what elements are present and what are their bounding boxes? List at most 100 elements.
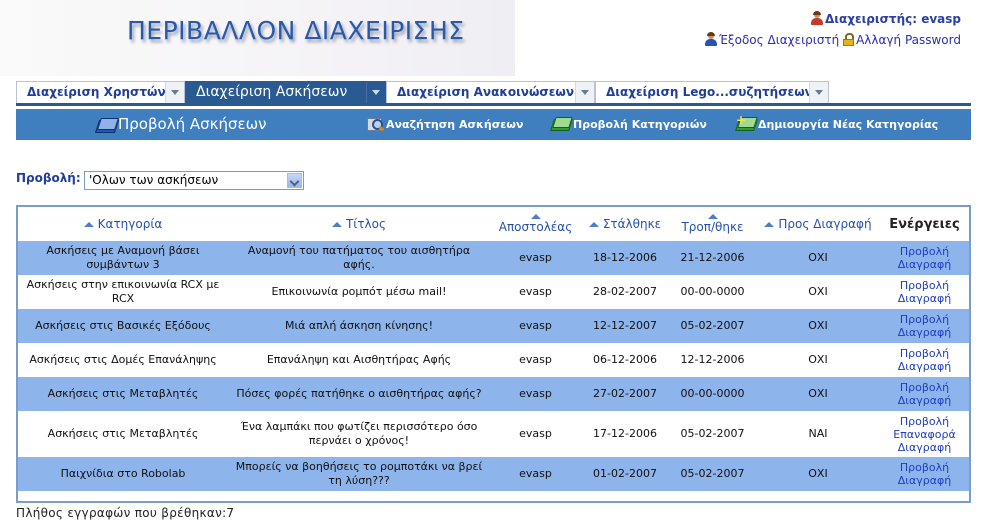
cell-category: Ασκήσεις με Αναμονή βάσει συμβάντων 3: [18, 241, 228, 275]
user-icon: [811, 11, 823, 25]
delete-link[interactable]: Διαγραφή: [883, 258, 966, 271]
header-banner: ΠΕΡΙΒΑΛΛΟΝ ΔΙΑΧΕΙΡΙΣΗΣ: [0, 0, 515, 76]
tab-discussions[interactable]: Διαχείριση Lego...συζητήσεων: [595, 81, 829, 103]
table-row: Παιχνίδια στο Robolab Μπορείς να βοηθήσε…: [18, 457, 969, 491]
cell-modified: 05-02-2007: [669, 411, 756, 457]
col-header-category[interactable]: Κατηγορία: [18, 207, 228, 241]
cell-to-delete: ΟΧΙ: [756, 275, 880, 309]
filter-selected-value: 'Ολων των ασκήσεων: [89, 173, 219, 187]
logout-user-icon: [704, 32, 717, 46]
cell-sent: 06-12-2006: [581, 343, 669, 377]
cell-to-delete: ΟΧΙ: [756, 241, 880, 275]
cell-category: Ασκήσεις στις Δομές Επανάληψης: [18, 343, 228, 377]
add-book-icon: +: [735, 114, 758, 131]
delete-link[interactable]: Διαγραφή: [883, 326, 966, 339]
cell-to-delete: ΝΑΙ: [756, 411, 880, 457]
cell-category: Παιχνίδια στο Robolab: [18, 457, 228, 491]
cell-actions: Προβολή Διαγραφή: [880, 309, 969, 343]
cell-sent: 27-02-2007: [581, 377, 669, 411]
admin-info: Διαχειριστής: evasp Έξοδος Διαχειριστή Α…: [704, 11, 961, 51]
view-categories-link[interactable]: Προβολή Κατηγοριών: [550, 109, 707, 140]
cell-modified: 05-02-2007: [669, 457, 756, 491]
cell-title: Ένα λαμπάκι που φωτίζει περισσότερο όσο …: [228, 411, 490, 457]
cell-to-delete: ΟΧΙ: [756, 343, 880, 377]
sub-navigation: Προβολή Ασκήσεων Αναζήτηση Ασκήσεων Προβ…: [16, 109, 971, 140]
search-exercises-link[interactable]: Αναζήτηση Ασκήσεων: [366, 109, 523, 140]
view-link[interactable]: Προβολή: [883, 347, 966, 360]
chevron-down-icon[interactable]: [366, 82, 385, 103]
view-link[interactable]: Προβολή: [883, 245, 966, 258]
col-header-sent[interactable]: Στάλθηκε: [581, 207, 669, 241]
cell-sender: evasp: [490, 377, 581, 411]
chevron-down-icon[interactable]: [809, 82, 828, 103]
view-link[interactable]: Προβολή: [883, 279, 966, 292]
cell-title: Επικοινωνία ρομπότ μέσω mail!: [228, 275, 490, 309]
search-icon: [366, 116, 385, 132]
logout-link[interactable]: Έξοδος Διαχειριστή: [719, 33, 839, 47]
cell-category: Ασκήσεις στις Μεταβλητές: [18, 377, 228, 411]
cell-actions: Προβολή Επαναφορά Διαγραφή: [880, 411, 969, 457]
table-row: Ασκήσεις στις Δομές Επανάληψης Επανάληψη…: [18, 343, 969, 377]
view-exercises-link[interactable]: Προβολή Ασκήσεων: [94, 109, 267, 140]
cell-sender: evasp: [490, 343, 581, 377]
col-header-modified[interactable]: Τροπ/θηκε: [669, 207, 756, 241]
cell-modified: 21-12-2006: [669, 241, 756, 275]
restore-link[interactable]: Επαναφορά: [883, 428, 966, 441]
cell-actions: Προβολή Διαγραφή: [880, 377, 969, 411]
green-book-icon: [550, 116, 573, 131]
col-header-sender[interactable]: Αποστολέας: [490, 207, 581, 241]
cell-title: Μπορείς να βοηθήσεις το ρομποτάκι να βρε…: [228, 457, 490, 491]
delete-link[interactable]: Διαγραφή: [883, 441, 966, 454]
table-row: Ασκήσεις στις Βασικές Εξόδους Μιά απλή ά…: [18, 309, 969, 343]
cell-title: Επανάληψη και Αισθητήρας Αφής: [228, 343, 490, 377]
filter-select[interactable]: 'Ολων των ασκήσεων: [84, 171, 304, 190]
chevron-down-icon[interactable]: [575, 82, 594, 103]
col-header-title[interactable]: Τίτλος: [228, 207, 490, 241]
cell-sender: evasp: [490, 457, 581, 491]
exercises-table: Κατηγορία Τίτλος Αποστολέας Στάλθηκε Τρο…: [16, 205, 971, 503]
delete-link[interactable]: Διαγραφή: [883, 394, 966, 407]
view-link[interactable]: Προβολή: [883, 313, 966, 326]
cell-sender: evasp: [490, 309, 581, 343]
filter-label: Προβολή:: [16, 171, 81, 185]
cell-category: Ασκήσεις στις Βασικές Εξόδους: [18, 309, 228, 343]
record-count: Πλήθος εγγραφών που βρέθηκαν:7: [16, 506, 235, 520]
cell-sent: 01-02-2007: [581, 457, 669, 491]
table-row: Ασκήσεις στην επικοινωνία RCX με RCX Επι…: [18, 275, 969, 309]
sort-arrow-icon: [331, 222, 342, 227]
book-icon: [94, 117, 120, 133]
cell-modified: 00-00-0000: [669, 275, 756, 309]
tab-announcements[interactable]: Διαχείριση Ανακοινώσεων: [386, 81, 595, 103]
table-row: Ασκήσεις στις Μεταβλητές Πόσες φορές πατ…: [18, 377, 969, 411]
cell-modified: 12-12-2006: [669, 343, 756, 377]
cell-to-delete: ΟΧΙ: [756, 377, 880, 411]
tab-users-label: Διαχείριση Χρηστών: [27, 85, 166, 99]
page-title: ΠΕΡΙΒΑΛΛΟΝ ΔΙΑΧΕΙΡΙΣΗΣ: [127, 16, 465, 45]
delete-link[interactable]: Διαγραφή: [883, 474, 966, 487]
tab-announcements-label: Διαχείριση Ανακοινώσεων: [397, 85, 575, 99]
view-link[interactable]: Προβολή: [883, 381, 966, 394]
cell-actions: Προβολή Διαγραφή: [880, 457, 969, 491]
col-header-to-delete[interactable]: Προς Διαγραφή: [756, 207, 880, 241]
cell-to-delete: ΟΧΙ: [756, 309, 880, 343]
tab-discussions-label: Διαχείριση Lego...συζητήσεων: [606, 85, 813, 99]
tab-users[interactable]: Διαχείριση Χρηστών: [16, 81, 185, 103]
cell-sender: evasp: [490, 241, 581, 275]
delete-link[interactable]: Διαγραφή: [883, 360, 966, 373]
sort-arrow-icon: [83, 222, 94, 227]
table-header-row: Κατηγορία Τίτλος Αποστολέας Στάλθηκε Τρο…: [18, 207, 969, 241]
new-category-link[interactable]: + Δημιουργία Νέας Κατηγορίας: [735, 109, 938, 140]
cell-title: Πόσες φορές πατήθηκε ο αισθητήρας αφής?: [228, 377, 490, 411]
change-password-link[interactable]: Αλλαγή Password: [856, 33, 961, 47]
tab-exercises[interactable]: Διαχείριση Ασκήσεων: [185, 81, 386, 103]
view-link[interactable]: Προβολή: [883, 415, 966, 428]
view-link[interactable]: Προβολή: [883, 461, 966, 474]
cell-modified: 05-02-2007: [669, 309, 756, 343]
delete-link[interactable]: Διαγραφή: [883, 292, 966, 305]
cell-title: Αναμονή του πατήματος του αισθητήρα αφής…: [228, 241, 490, 275]
tabs-underline: [16, 103, 971, 106]
sort-arrow-icon: [588, 222, 599, 227]
chevron-down-icon[interactable]: [287, 173, 302, 188]
chevron-down-icon[interactable]: [165, 82, 184, 103]
sort-arrow-icon: [530, 214, 541, 219]
